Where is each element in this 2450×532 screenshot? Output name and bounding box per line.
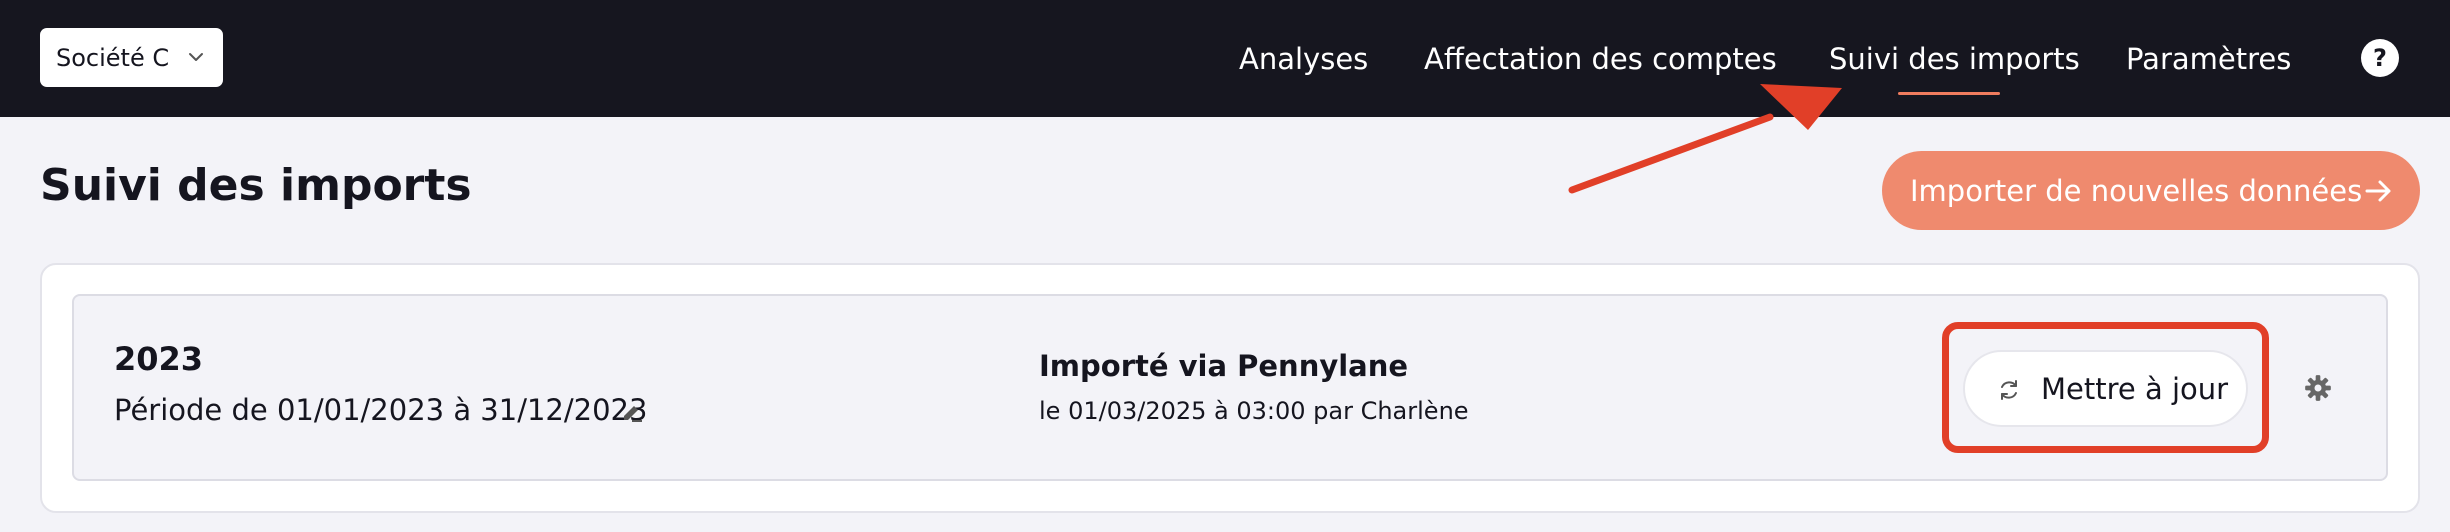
help-icon-glyph: ? [2373,44,2387,72]
import-button-label: Importer de nouvelles données [1910,173,2363,208]
import-year: 2023 [114,340,204,378]
chevron-down-icon [189,53,203,61]
nav-item-label: Affectation des comptes [1424,41,1777,76]
nav-item-analyses[interactable]: Analyses [1239,0,1368,117]
import-period: Période de 01/01/2023 à 31/12/2023 [114,393,648,427]
import-new-data-button[interactable]: Importer de nouvelles données [1882,151,2420,230]
nav-item-label: Analyses [1239,41,1369,76]
nav-item-affectation-des-comptes[interactable]: Affectation des comptes [1424,0,1777,117]
import-date-author: le 01/03/2025 à 03:00 par Charlène [1039,397,1469,425]
gear-icon[interactable] [2304,374,2332,402]
annotation-highlight-box [1942,322,2269,453]
nav-item-suivi-des-imports[interactable]: Suivi des imports [1829,0,2080,117]
nav-item-label: Paramètres [2126,41,2292,76]
active-tab-underline [1898,92,2000,95]
nav-item-parametres[interactable]: Paramètres [2126,0,2291,117]
page-title: Suivi des imports [40,160,472,211]
pencil-icon[interactable] [620,400,644,424]
company-selector-value: Société C [56,43,170,72]
nav-item-label: Suivi des imports [1829,41,2080,76]
help-icon[interactable]: ? [2361,39,2399,77]
arrow-right-icon [2365,180,2391,202]
import-source: Importé via Pennylane [1039,349,1409,383]
top-navigation-bar: Société C Analyses Affectation des compt… [0,0,2450,117]
company-selector[interactable]: Société C [40,28,223,87]
